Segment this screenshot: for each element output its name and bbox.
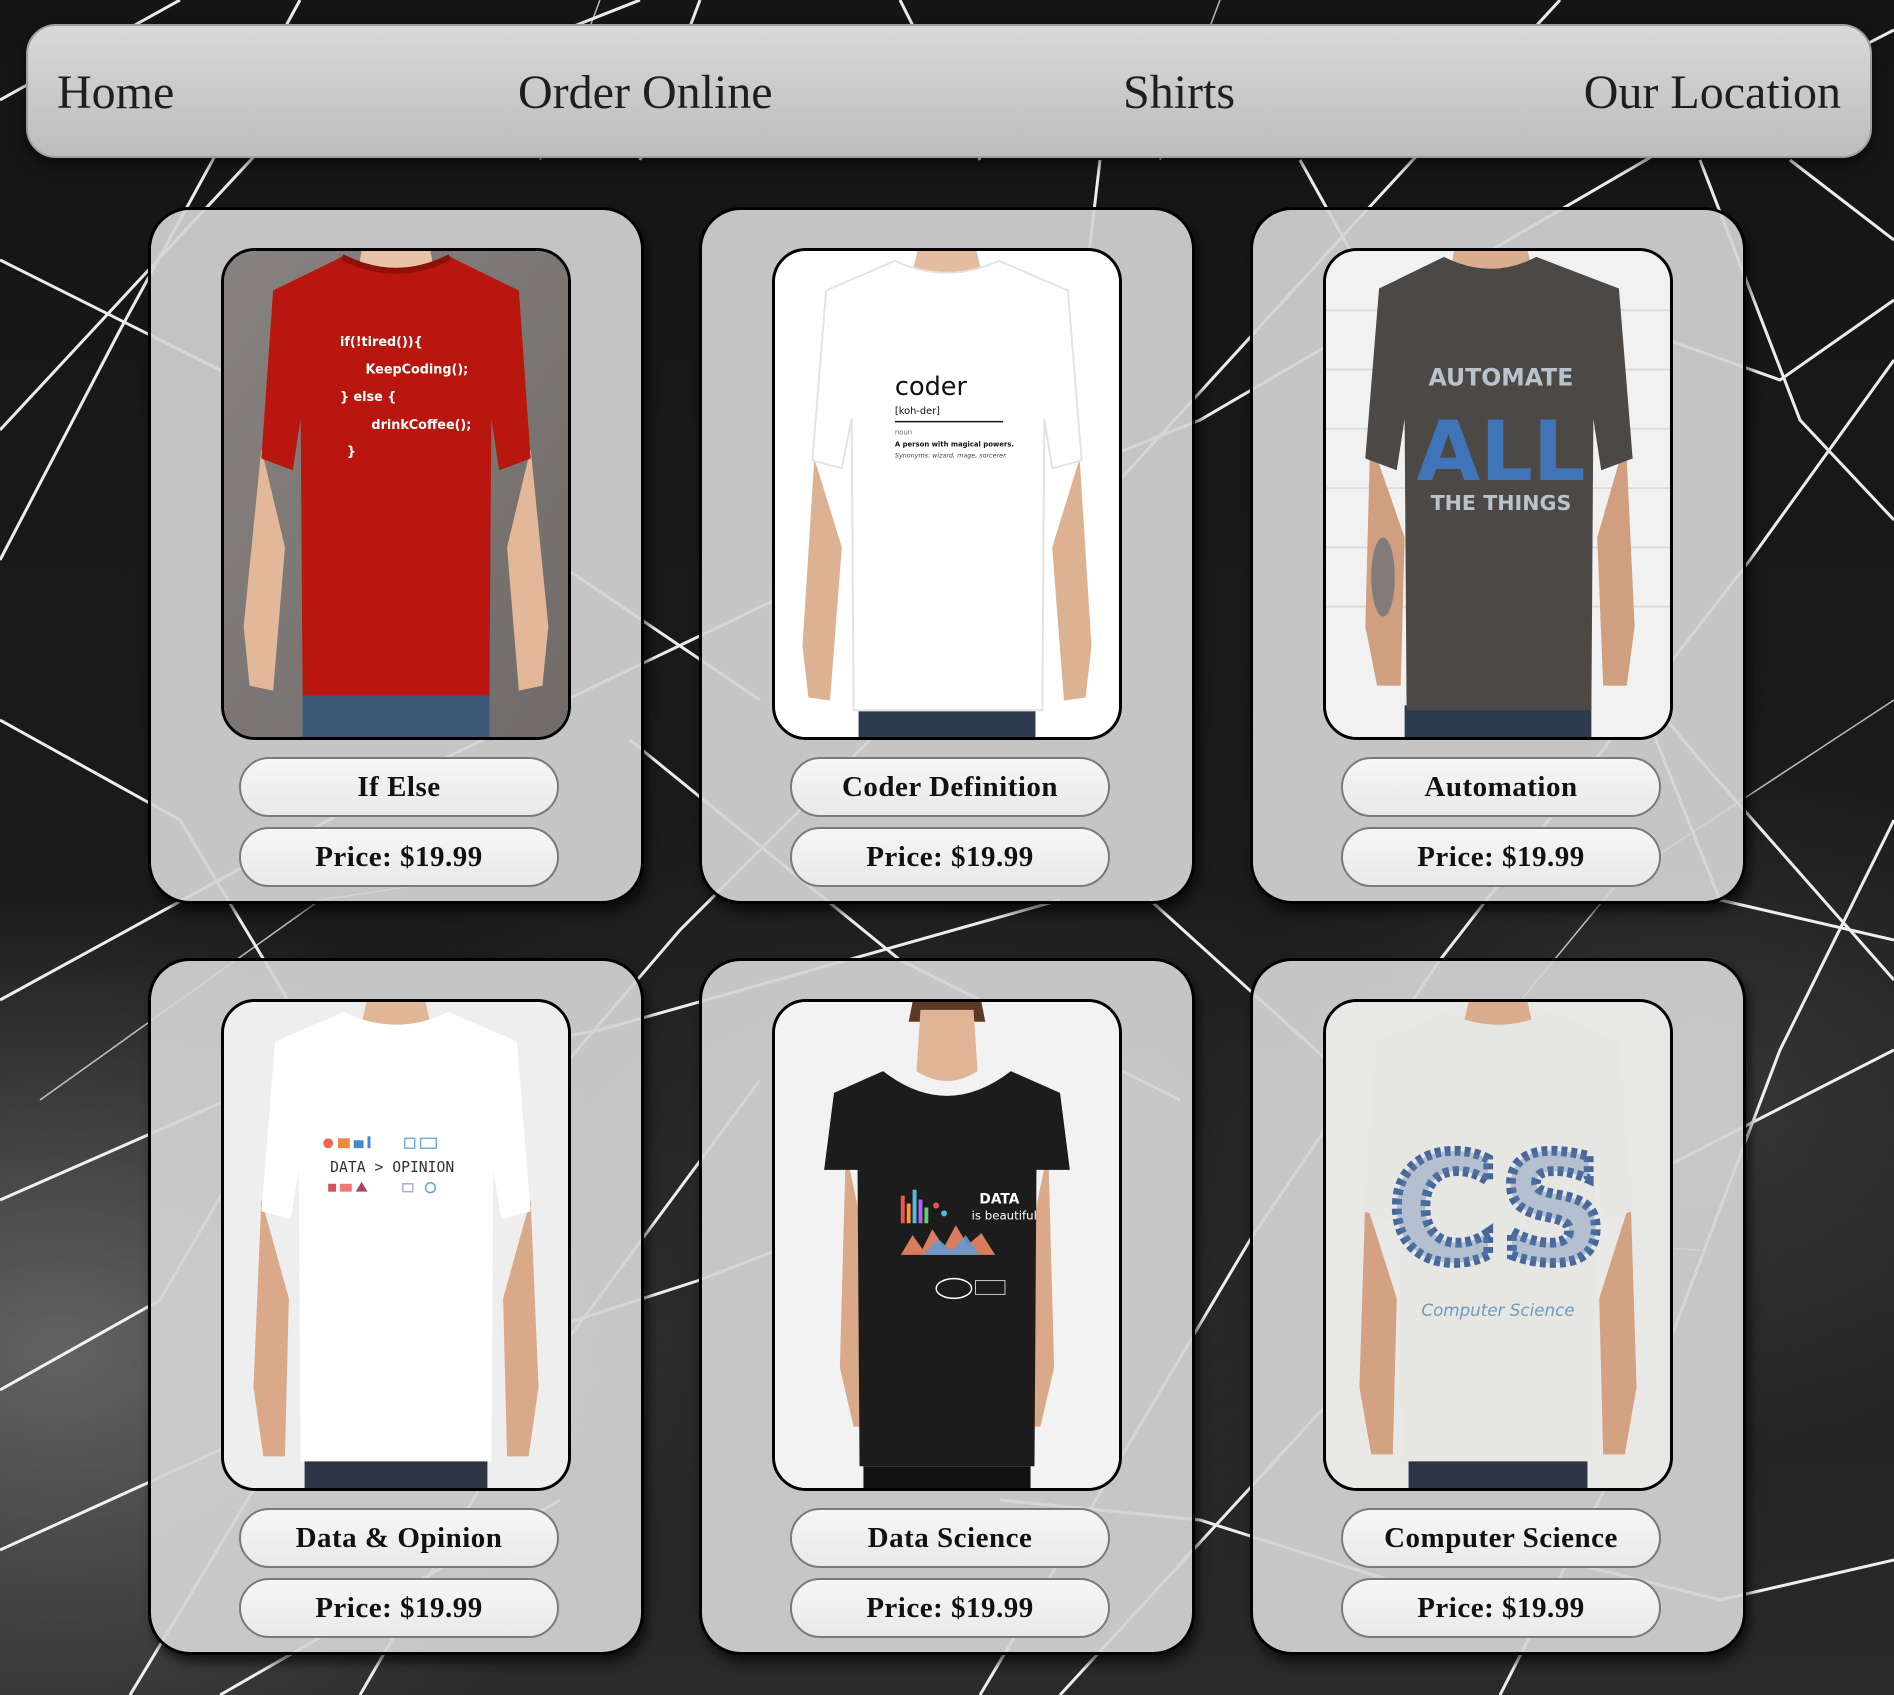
- shirt-print-word: coder: [895, 372, 968, 402]
- product-price-label: Price: $19.99: [239, 827, 559, 887]
- shirt-print-synonyms: Synonyms: wizard, mage, sorcerer.: [895, 451, 1007, 459]
- shirt-print-is-beautiful: is beautiful: [972, 1208, 1037, 1222]
- product-price-label: Price: $19.99: [1341, 827, 1661, 887]
- product-name-label: Coder Definition: [790, 757, 1110, 817]
- shirt-print-automate: AUTOMATE: [1429, 363, 1574, 391]
- nav-home-link[interactable]: Home: [57, 26, 174, 160]
- product-card-data-opinion: DATA > OPINION Data & Opinion Price: $19…: [148, 958, 644, 1655]
- product-price-label: Price: $19.99: [790, 1578, 1110, 1638]
- shirt-print-data: DATA: [979, 1191, 1019, 1207]
- product-image-if-else[interactable]: if(!tired()){ KeepCoding(); } else { dri…: [221, 248, 571, 740]
- product-price-label: Price: $19.99: [239, 1578, 559, 1638]
- product-name-label: Data Science: [790, 1508, 1110, 1568]
- shirt-print-the-things: THE THINGS: [1431, 491, 1572, 515]
- shirt-print-computer-science: Computer Science: [1421, 1300, 1574, 1320]
- product-image-coder-definition[interactable]: coder [koh-der] noun A person with magic…: [772, 248, 1122, 740]
- product-image-data-science[interactable]: DATA is beautiful: [772, 999, 1122, 1491]
- shirt-print-definition: A person with magical powers.: [895, 441, 1014, 449]
- shirt-print-data-opinion: DATA > OPINION: [330, 1159, 454, 1176]
- product-image-automation[interactable]: AUTOMATE ALL THE THINGS: [1323, 248, 1673, 740]
- product-card-computer-science: CS CS Computer Science Computer Science …: [1250, 958, 1746, 1655]
- shirt-print-all: ALL: [1416, 403, 1585, 500]
- product-name-label: Data & Opinion: [239, 1508, 559, 1568]
- shirt-print-cs-fill: CS: [1389, 1123, 1606, 1295]
- shirt-print-noun: noun: [895, 429, 912, 437]
- nav-our-location-link[interactable]: Our Location: [1584, 26, 1841, 160]
- product-card-data-science: DATA is beautiful Data Science Price: $1…: [699, 958, 1195, 1655]
- top-navigation-bar: Home Order Online Shirts Our Location: [26, 24, 1872, 158]
- product-price-label: Price: $19.99: [790, 827, 1110, 887]
- product-card-automation: AUTOMATE ALL THE THINGS Automation Price…: [1250, 207, 1746, 904]
- shirt-print-line-5: }: [347, 444, 356, 459]
- shirt-print-line-4: drinkCoffee();: [371, 418, 471, 433]
- product-name-label: Automation: [1341, 757, 1661, 817]
- product-name-label: If Else: [239, 757, 559, 817]
- product-card-if-else: if(!tired()){ KeepCoding(); } else { dri…: [148, 207, 644, 904]
- product-image-data-opinion[interactable]: DATA > OPINION: [221, 999, 571, 1491]
- shirt-print-line-3: } else {: [340, 390, 396, 405]
- shirt-print-line-1: if(!tired()){: [340, 335, 423, 350]
- shirt-print-line-2: KeepCoding();: [366, 362, 469, 377]
- product-price-label: Price: $19.99: [1341, 1578, 1661, 1638]
- shirt-print-pronunciation: [koh-der]: [895, 406, 940, 417]
- product-name-label: Computer Science: [1341, 1508, 1661, 1568]
- nav-order-online-link[interactable]: Order Online: [518, 26, 773, 160]
- product-image-computer-science[interactable]: CS CS Computer Science: [1323, 999, 1673, 1491]
- product-card-coder-definition: coder [koh-der] noun A person with magic…: [699, 207, 1195, 904]
- nav-shirts-link[interactable]: Shirts: [1123, 26, 1235, 160]
